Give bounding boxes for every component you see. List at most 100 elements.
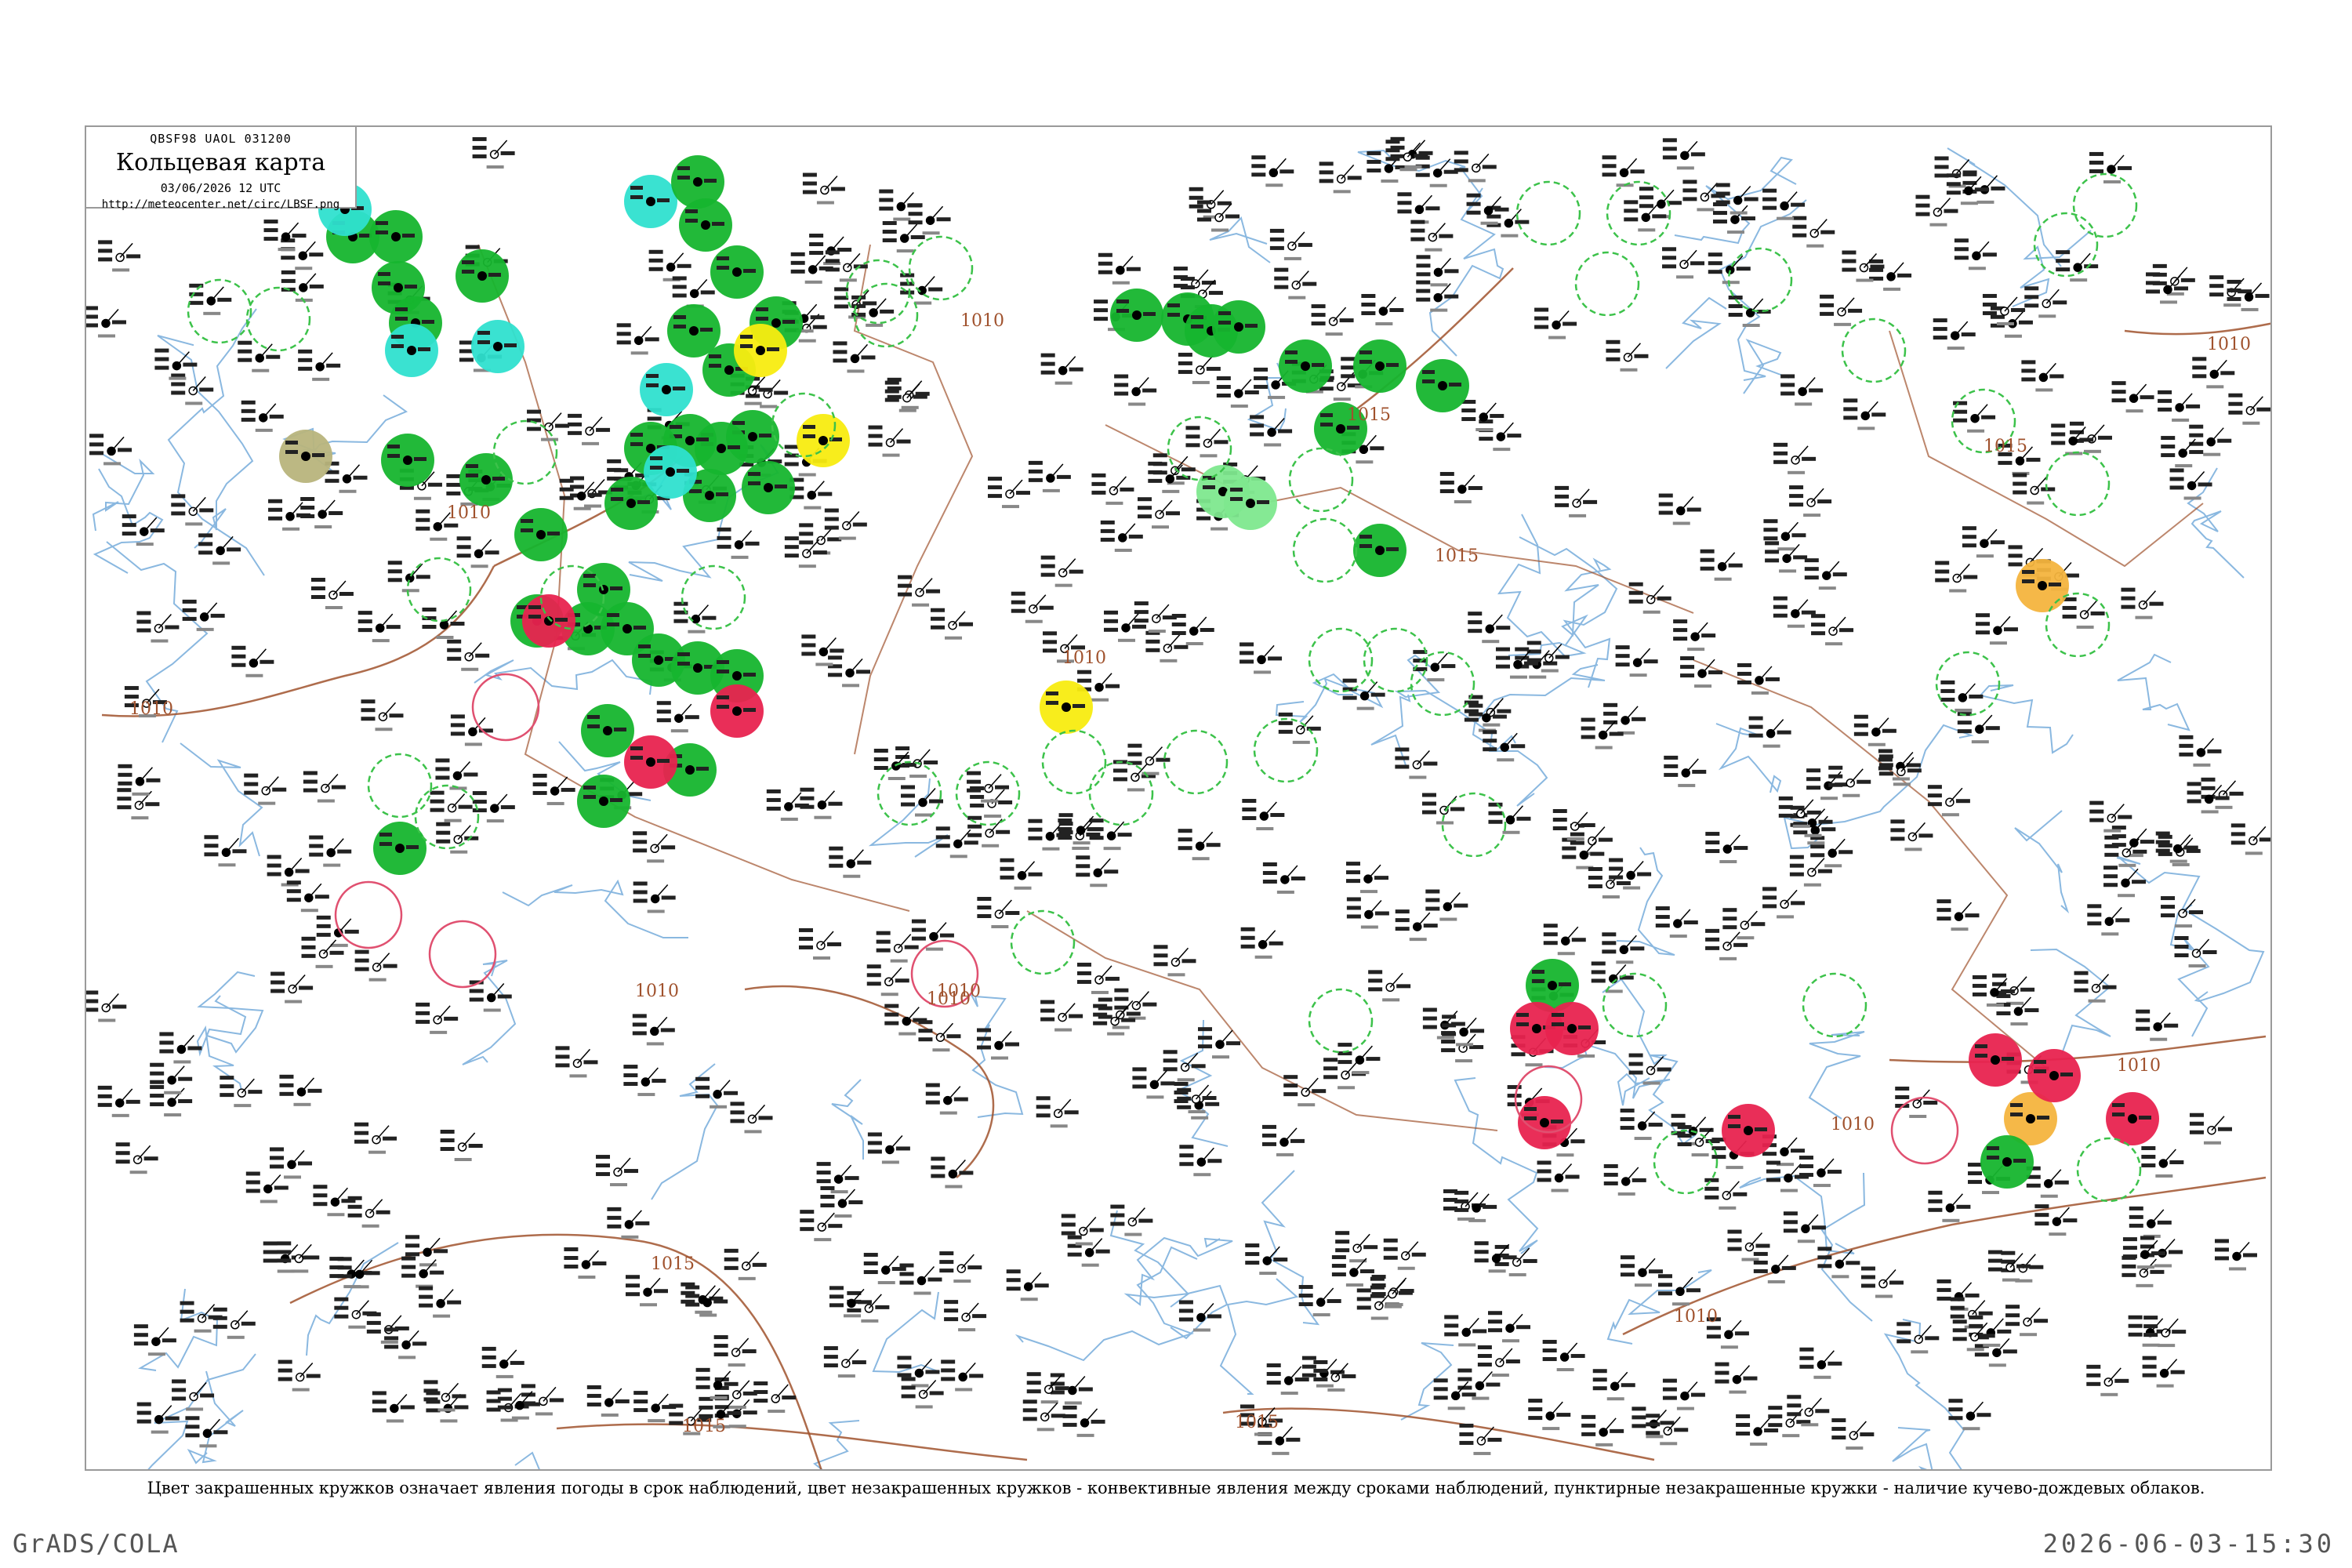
station-plot: [172, 1379, 215, 1411]
station-plot: [309, 835, 352, 867]
station-plot: [1444, 1315, 1487, 1347]
station-plot: [1737, 662, 1780, 695]
station-plot: [1748, 716, 1791, 748]
station-plot: [300, 496, 343, 528]
station-plot: [656, 701, 699, 733]
station-plot: [1468, 612, 1511, 644]
river-line: [157, 335, 254, 549]
convective-ring: [1890, 1096, 1959, 1165]
station-plot: [2174, 935, 2217, 967]
station-plot: [1789, 485, 1832, 517]
station-plot: [1528, 1399, 1571, 1431]
station-plot: [1179, 1145, 1222, 1177]
weather-circle-filled: [644, 445, 697, 499]
station-plot: [866, 964, 909, 996]
station-plot: [1843, 398, 1886, 430]
station-plot: [1811, 614, 1854, 646]
station-plot: [2121, 587, 2164, 619]
cumulonimbus-ring: [1288, 447, 1354, 513]
river-line: [1370, 694, 1411, 766]
station-plot: [1477, 1345, 1520, 1377]
station-plot: [2179, 735, 2222, 767]
station-plot: [1705, 928, 1748, 960]
station-plot: [1646, 1414, 1689, 1446]
weather-circle-filled: [471, 320, 524, 373]
station-plot: [596, 1155, 639, 1187]
station-plot: [1488, 1311, 1531, 1343]
station-plot: [1479, 419, 1522, 452]
station-plot: [1763, 519, 1806, 551]
weather-circle-filled: [581, 704, 634, 757]
weather-circle-filled: [797, 414, 850, 467]
cumulonimbus-ring: [187, 278, 252, 344]
station-plot: [868, 425, 911, 457]
station-plot: [301, 936, 344, 968]
weather-circle-filled: [1969, 1033, 2022, 1087]
station-plot: [1537, 1160, 1580, 1192]
station-plot: [1765, 541, 1808, 573]
cumulonimbus-ring: [1602, 972, 1668, 1038]
station-plot: [2201, 777, 2244, 809]
station-plot: [150, 1062, 193, 1094]
station-plot: [1555, 485, 1598, 517]
station-plot: [1715, 1362, 1758, 1394]
station-plot: [1712, 202, 1755, 234]
station-plot: [329, 1257, 372, 1289]
river-line: [971, 994, 1024, 1118]
station-plot: [1705, 832, 1748, 864]
station-plot: [800, 787, 843, 819]
station-plot: [607, 1207, 650, 1239]
map-url[interactable]: http://meteocenter.net/circ/LBSF.png: [86, 198, 355, 211]
station-plot: [2026, 1166, 2069, 1198]
weather-circle-filled: [679, 198, 732, 252]
station-plot: [802, 172, 845, 205]
station-plot: [766, 789, 809, 821]
station-plot: [882, 221, 925, 253]
station-plot: [1250, 415, 1293, 447]
station-plot: [1132, 1067, 1175, 1099]
station-plot: [1098, 252, 1141, 285]
station-plot: [2230, 823, 2270, 855]
station-plot: [1935, 561, 1978, 593]
station-plot: [1114, 374, 1157, 406]
station-plot: [1664, 755, 1707, 787]
station-plot: [447, 639, 490, 671]
station-plot: [1283, 1075, 1327, 1107]
station-plot: [1655, 906, 1698, 938]
station-plot: [1028, 460, 1071, 492]
station-plot: [1933, 318, 1976, 350]
station-plot: [97, 1085, 140, 1117]
river-line: [2014, 810, 2070, 914]
station-plot: [1715, 183, 1759, 215]
cumulonimbus-ring: [1574, 251, 1640, 317]
river-line: [1109, 1210, 1229, 1340]
station-plot: [86, 990, 127, 1022]
river-line: [180, 742, 263, 857]
station-plot: [633, 881, 676, 913]
station-plot: [898, 575, 941, 607]
station-plot: [1091, 473, 1134, 505]
station-plot: [1673, 619, 1716, 652]
isobar-label: 1010: [960, 311, 1004, 331]
station-plot: [422, 608, 465, 640]
cumulonimbus-ring: [1292, 517, 1358, 583]
station-plot: [1076, 962, 1120, 994]
station-plot: [1974, 1335, 2017, 1367]
station-plot: [279, 1074, 322, 1106]
station-plot: [931, 1156, 974, 1189]
station-plot: [977, 897, 1020, 929]
station-plot: [1948, 1399, 1991, 1431]
isobar-label: 1010: [1674, 1307, 1718, 1327]
river-line: [831, 1079, 864, 1160]
weather-circle-filled: [2027, 1049, 2081, 1102]
country-border: [1693, 659, 2047, 1069]
isobar-line: [1622, 1176, 2267, 1336]
station-plot: [1062, 1405, 1105, 1437]
station-plot: [1466, 193, 1509, 225]
river-line: [502, 879, 688, 938]
station-plot: [2146, 272, 2189, 304]
station-plot: [136, 611, 180, 643]
river-line: [813, 1420, 860, 1469]
cumulonimbus-ring: [1515, 180, 1581, 246]
station-plot: [1890, 819, 1933, 851]
